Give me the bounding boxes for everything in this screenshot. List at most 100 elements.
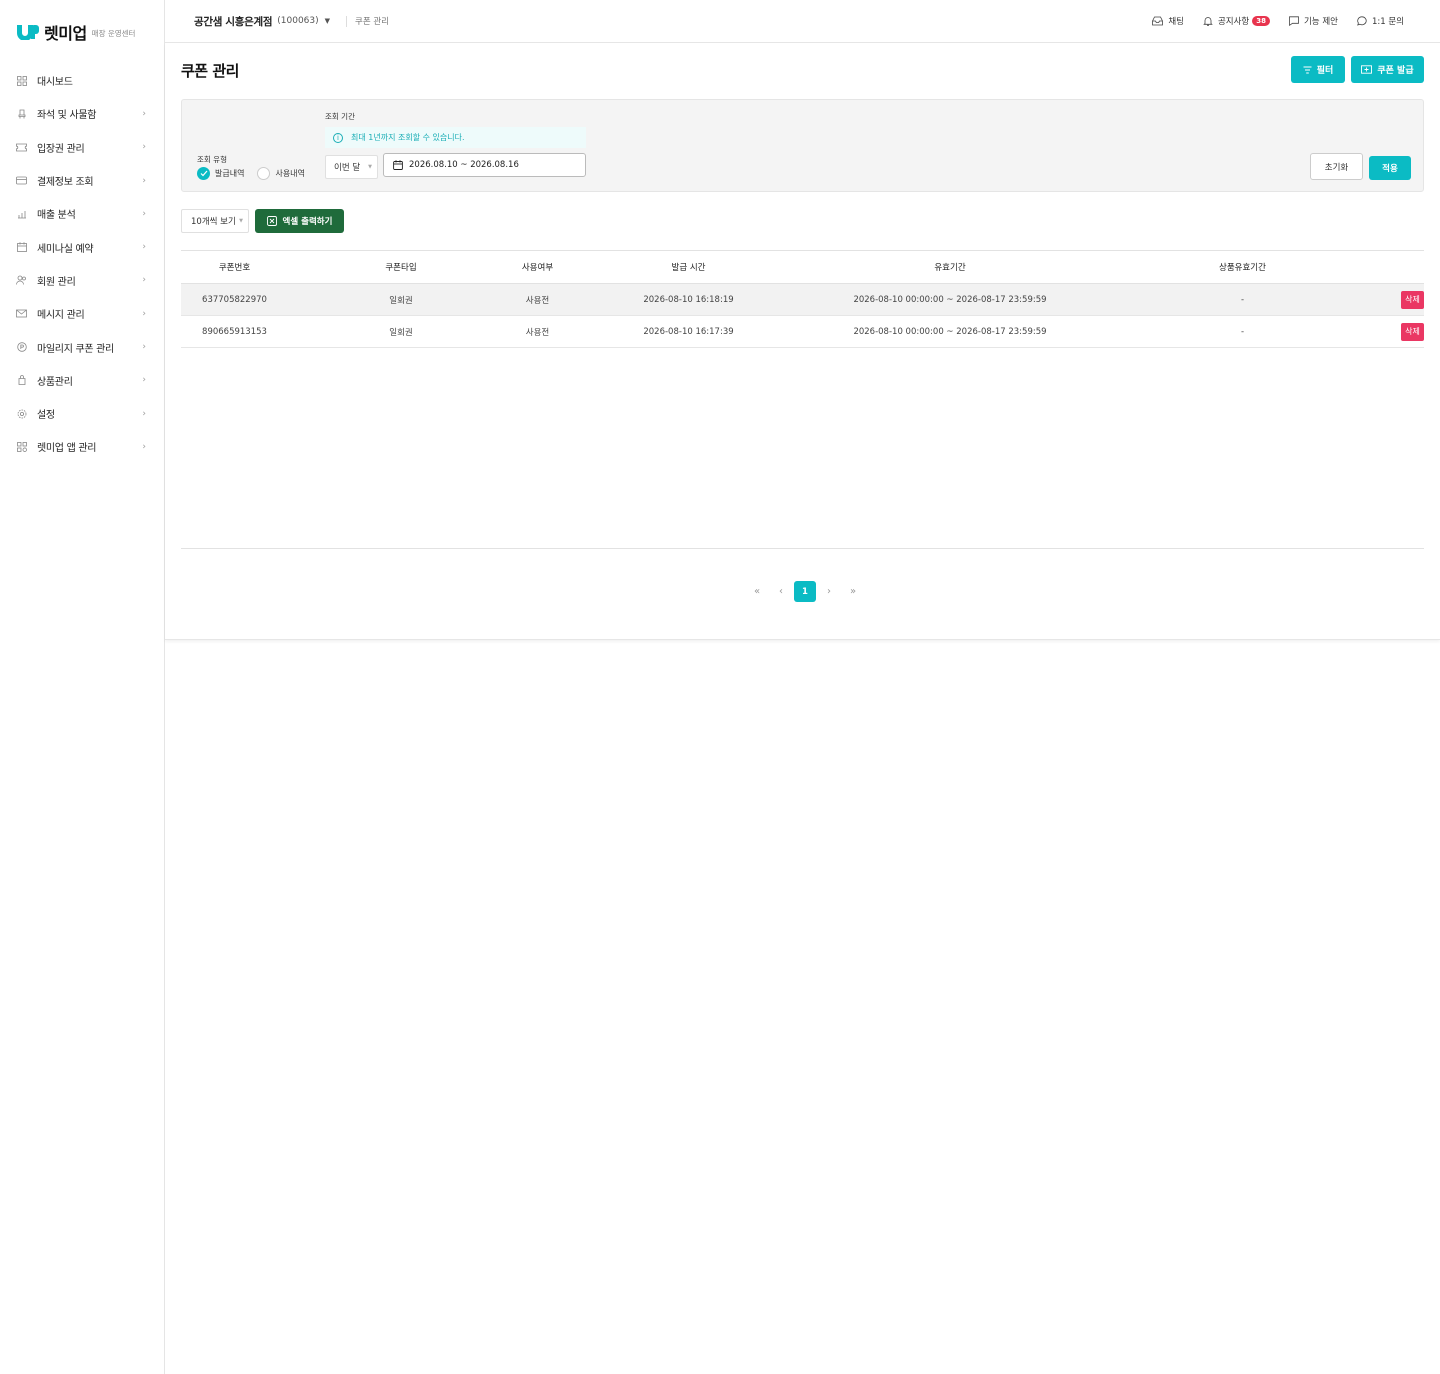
chevron-right-icon: › bbox=[142, 208, 146, 219]
period-preset-select[interactable]: 이번 달 ▼ bbox=[325, 155, 378, 179]
filter-lines-icon bbox=[1303, 66, 1312, 73]
card-icon bbox=[16, 175, 27, 186]
caret-down-icon[interactable]: ▼ bbox=[325, 17, 330, 25]
prev-page-button[interactable]: ‹ bbox=[770, 581, 792, 602]
radio-issued-label: 발급내역 bbox=[215, 169, 245, 178]
coupon-type: 일회권 bbox=[389, 327, 413, 338]
suggest-label: 기능 제안 bbox=[1303, 17, 1338, 27]
chevron-right-icon: › bbox=[142, 308, 146, 319]
check-circle-icon bbox=[197, 167, 210, 180]
breadcrumb: 쿠폰 관리 bbox=[355, 17, 390, 27]
valid-period: 2026-08-10 00:00:00 ~ 2026-08-17 23:59:5… bbox=[853, 326, 1047, 337]
radio-empty-icon bbox=[257, 167, 271, 180]
top-bar: 공간샘 시흥은계점 (100063) ▼ 쿠폰 관리 채팅 공지사항 38 기능… bbox=[165, 0, 1440, 43]
radio-used[interactable]: 사용내역 bbox=[257, 167, 305, 180]
product-valid-period: - bbox=[1240, 326, 1245, 337]
header-coupon-number: 쿠폰번호 bbox=[218, 263, 251, 273]
sidebar-item-seminar[interactable]: 세미나실 예약 › bbox=[0, 230, 164, 263]
date-range-picker[interactable]: 2026.08.10 ~ 2026.08.16 bbox=[383, 153, 586, 177]
chevron-right-icon: › bbox=[142, 441, 146, 452]
reset-button[interactable]: 초기화 bbox=[1310, 153, 1363, 180]
apply-button[interactable]: 적용 bbox=[1369, 156, 1411, 180]
sidebar-item-payments[interactable]: 결제정보 조회 › bbox=[0, 164, 164, 197]
sidebar-item-members[interactable]: 회원 관리 › bbox=[0, 264, 164, 297]
grid-icon bbox=[16, 75, 27, 86]
sidebar-item-label: 세미나실 예약 bbox=[37, 243, 94, 255]
query-period-label: 조회 기간 bbox=[325, 112, 355, 121]
table-footer-divider bbox=[181, 548, 1424, 549]
filter-button-label: 필터 bbox=[1316, 66, 1334, 76]
filter-panel: 조회 유형 발급내역 사용내역 조회 기간 i 최대 1년까지 조회할 수 있습… bbox=[181, 99, 1424, 192]
sidebar-item-mileage-coupon[interactable]: 마일리지 쿠폰 관리 › bbox=[0, 330, 164, 363]
sidebar-item-label: 대시보드 bbox=[37, 77, 73, 89]
table-row[interactable]: 890665913153 일회권 사용전 2026-08-10 16:17:39… bbox=[181, 316, 1424, 348]
sidebar-item-products[interactable]: 상품관리 › bbox=[0, 364, 164, 397]
chevron-right-icon: › bbox=[142, 275, 146, 286]
issue-coupon-button[interactable]: 쿠폰 발급 bbox=[1351, 56, 1424, 83]
first-page-button[interactable]: « bbox=[746, 581, 768, 602]
notice-link[interactable]: 공지사항 38 bbox=[1203, 15, 1270, 27]
query-type-label: 조회 유형 bbox=[197, 155, 227, 164]
suggest-link[interactable]: 기능 제안 bbox=[1289, 15, 1338, 27]
sidebar-item-sales[interactable]: 매출 분석 › bbox=[0, 197, 164, 230]
radio-used-label: 사용내역 bbox=[275, 169, 305, 178]
users-icon bbox=[16, 275, 27, 286]
chevron-right-icon: › bbox=[142, 342, 146, 353]
message-square-icon bbox=[1289, 16, 1299, 26]
sidebar-item-seats[interactable]: 좌석 및 사물함 › bbox=[0, 97, 164, 130]
store-name[interactable]: 공간샘 시흥은계점 bbox=[194, 14, 273, 29]
calendar-icon bbox=[16, 242, 27, 253]
breadcrumb-divider bbox=[346, 15, 348, 27]
header-actions: 채팅 공지사항 38 기능 제안 1:1 문의 bbox=[1133, 15, 1440, 27]
ticket-icon bbox=[16, 142, 27, 153]
brand[interactable]: 렛미업 매장 운영센터 bbox=[0, 0, 164, 64]
radio-issued[interactable]: 발급내역 bbox=[197, 167, 244, 180]
header-coupon-type: 쿠폰타입 bbox=[385, 263, 417, 273]
next-page-button[interactable]: › bbox=[818, 581, 840, 602]
table-row[interactable]: 637705822970 일회권 사용전 2026-08-10 16:18:19… bbox=[181, 284, 1424, 316]
page-button-current[interactable]: 1 bbox=[794, 581, 816, 602]
inquiry-link[interactable]: 1:1 문의 bbox=[1357, 15, 1404, 27]
caret-down-icon: ▼ bbox=[239, 218, 243, 224]
chevron-right-icon: › bbox=[142, 242, 146, 253]
actions-cell: 삭제 bbox=[1401, 290, 1424, 309]
usage-status: 사용전 bbox=[525, 327, 550, 338]
coupon-table: 쿠폰번호 쿠폰타입 사용여부 발급 시간 유효기간 상품유효기간 6377058… bbox=[181, 250, 1424, 348]
coupon-icon bbox=[1361, 65, 1373, 74]
page-title: 쿠폰 관리 bbox=[181, 62, 239, 80]
sidebar-item-messages[interactable]: 메시지 관리 › bbox=[0, 297, 164, 330]
sidebar: 렛미업 매장 운영센터 대시보드 좌석 및 사물함 › 입장권 관리 › 결제정… bbox=[0, 0, 165, 1374]
inbox-icon bbox=[1152, 16, 1164, 26]
delete-button[interactable]: 삭제 bbox=[1401, 322, 1424, 341]
chevron-right-icon: › bbox=[142, 142, 146, 153]
excel-export-button[interactable]: 엑셀 출력하기 bbox=[255, 209, 344, 233]
header-product-valid-period: 상품유효기간 bbox=[1219, 263, 1266, 273]
page-size-select[interactable]: 10개씩 보기 ▼ bbox=[181, 209, 249, 233]
apps-icon bbox=[16, 441, 27, 452]
query-type-radio-group: 발급내역 사용내역 bbox=[197, 167, 318, 180]
actions-cell: 삭제 bbox=[1401, 322, 1424, 341]
seat-icon bbox=[16, 108, 27, 119]
delete-button[interactable]: 삭제 bbox=[1401, 290, 1424, 309]
valid-period: 2026-08-10 00:00:00 ~ 2026-08-17 23:59:5… bbox=[853, 294, 1047, 305]
sidebar-item-dashboard[interactable]: 대시보드 bbox=[0, 64, 164, 97]
sidebar-item-label: 렛미업 앱 관리 bbox=[37, 443, 97, 455]
product-valid-period: - bbox=[1240, 294, 1245, 305]
filter-button[interactable]: 필터 bbox=[1291, 56, 1345, 83]
usage-status: 사용전 bbox=[525, 295, 550, 306]
page-size-value: 10개씩 보기 bbox=[191, 217, 236, 227]
sidebar-item-label: 상품관리 bbox=[37, 376, 73, 388]
sidebar-item-app-management[interactable]: 렛미업 앱 관리 › bbox=[0, 430, 164, 463]
sidebar-item-tickets[interactable]: 입장권 관리 › bbox=[0, 131, 164, 164]
excel-export-label: 엑셀 출력하기 bbox=[282, 217, 333, 227]
store-code[interactable]: (100063) bbox=[277, 16, 318, 26]
issued-time: 2026-08-10 16:17:39 bbox=[643, 326, 734, 337]
sidebar-item-settings[interactable]: 설정 › bbox=[0, 397, 164, 430]
sidebar-item-label: 입장권 관리 bbox=[37, 143, 85, 155]
header-usage-status: 사용여부 bbox=[521, 263, 554, 273]
chat-link[interactable]: 채팅 bbox=[1152, 15, 1184, 27]
sidebar-item-label: 회원 관리 bbox=[37, 276, 76, 288]
last-page-button[interactable]: » bbox=[842, 581, 864, 602]
notice-label: 공지사항 bbox=[1217, 17, 1250, 27]
chevron-right-icon: › bbox=[142, 375, 146, 386]
